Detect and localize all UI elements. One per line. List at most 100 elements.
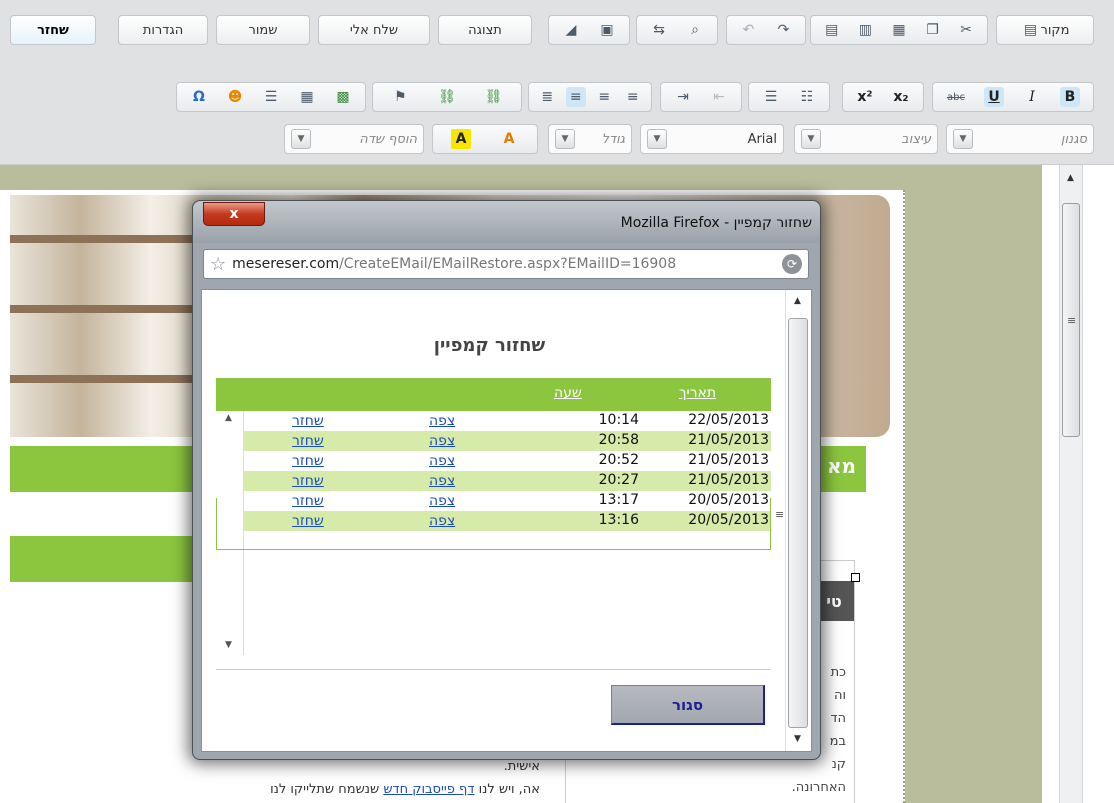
numbered-list-icon[interactable]: ☷: [797, 87, 817, 107]
align-left-icon[interactable]: ≡: [623, 87, 643, 107]
view-link[interactable]: צפה: [429, 473, 455, 489]
align-right-icon[interactable]: ≡: [565, 87, 586, 107]
restore-link[interactable]: שחזר: [292, 433, 324, 449]
grip-icon: ≡: [775, 508, 785, 521]
view-link[interactable]: צפה: [429, 493, 455, 509]
image-icon[interactable]: ▩: [333, 87, 353, 107]
time-column-header[interactable]: שעה: [554, 385, 582, 401]
strikethrough-icon[interactable]: abc: [946, 87, 966, 107]
section-title: מא: [826, 454, 856, 478]
redo-icon[interactable]: ↷: [774, 20, 794, 40]
restore-toolbar-button[interactable]: שחזר: [10, 15, 96, 45]
send-to-me-button[interactable]: שלח אלי: [318, 15, 430, 45]
table-row: שחזר צפה 13:16 20/05/2013: [244, 511, 771, 531]
window-close-button[interactable]: x: [203, 202, 265, 226]
address-bar[interactable]: ☆ mesereser.com/CreateEMail/EMailRestore…: [203, 249, 809, 279]
paste-word-icon[interactable]: ▤: [822, 20, 842, 40]
scroll-up-arrow-icon[interactable]: ▲: [225, 413, 232, 423]
horizontal-line-icon[interactable]: ☰: [261, 87, 281, 107]
facebook-page-link[interactable]: דף פייסבוק חדש: [383, 782, 474, 797]
view-link[interactable]: צפה: [429, 513, 455, 529]
view-link[interactable]: צפה: [429, 413, 455, 429]
scrollbar-thumb[interactable]: [788, 318, 808, 728]
restore-link[interactable]: שחזר: [292, 413, 324, 429]
view-link[interactable]: צפה: [429, 433, 455, 449]
table-row: שחזר צפה 20:27 21/05/2013: [244, 471, 771, 491]
bullet-list-icon[interactable]: ☰: [761, 87, 781, 107]
row-time: 13:17: [598, 492, 639, 508]
source-button[interactable]: מקור ▤: [996, 15, 1094, 45]
special-char-omega-icon[interactable]: Ω: [189, 87, 209, 107]
row-date: 21/05/2013: [688, 472, 769, 488]
divider: [216, 669, 771, 670]
link-group: ⚑ ⛓ ⛓: [372, 82, 522, 112]
superscript-icon[interactable]: x²: [855, 87, 875, 107]
row-time: 10:14: [598, 412, 639, 428]
scroll-up-arrow-icon[interactable]: ▲: [794, 296, 801, 306]
add-field-select[interactable]: הוסף שדה ▼: [284, 124, 424, 154]
styles-select[interactable]: סגנון ▼: [946, 124, 1094, 154]
settings-button[interactable]: הגדרות: [118, 15, 208, 45]
view-link[interactable]: צפה: [429, 453, 455, 469]
scroll-down-arrow-icon[interactable]: ▼: [225, 640, 232, 650]
bold-icon[interactable]: B: [1060, 87, 1080, 107]
text-color-icon[interactable]: A: [499, 129, 519, 149]
styles-placeholder: סגנון: [1060, 131, 1087, 147]
text-style-group: abc U I B: [932, 82, 1094, 112]
restore-link[interactable]: שחזר: [292, 493, 324, 509]
cut-scissors-icon[interactable]: ✂: [956, 20, 976, 40]
restore-link[interactable]: שחזר: [292, 513, 324, 529]
restore-link[interactable]: שחזר: [292, 453, 324, 469]
undo-icon[interactable]: ↶: [739, 20, 759, 40]
smiley-icon[interactable]: ☻: [225, 87, 245, 107]
unlink-icon[interactable]: ⛓: [484, 87, 504, 107]
preview-button[interactable]: תצוגה: [438, 15, 532, 45]
select-all-icon[interactable]: ▣: [597, 20, 617, 40]
subscript-icon[interactable]: x₂: [891, 87, 911, 107]
chevron-down-icon: ▼: [291, 129, 311, 149]
copy-icon[interactable]: ❐: [923, 20, 943, 40]
table-row: שחזר צפה 20:52 21/05/2013: [244, 451, 771, 471]
restore-campaign-window: x שחזור קמפיין - Mozilla Firefox ☆ meser…: [192, 200, 821, 760]
restore-link[interactable]: שחזר: [292, 473, 324, 489]
window-titlebar[interactable]: x שחזור קמפיין - Mozilla Firefox: [193, 201, 820, 243]
dialog-title: שחזור קמפיין: [433, 335, 546, 356]
outdent-icon[interactable]: ⇤: [709, 87, 729, 107]
font-family-select[interactable]: Arial ▼: [640, 124, 784, 154]
url-path: /CreateEMail/EMailRestore.aspx?EMailID=1…: [339, 256, 677, 272]
scrollbar-thumb[interactable]: ≡: [1062, 203, 1080, 437]
indent-icon[interactable]: ⇥: [673, 87, 693, 107]
date-column-header[interactable]: תאריך: [679, 385, 716, 401]
table-row: שחזר צפה 13:17 20/05/2013: [244, 491, 771, 511]
link-icon[interactable]: ⛓: [437, 87, 457, 107]
popup-scrollbar[interactable]: ▲ ▼: [785, 290, 811, 751]
italic-icon[interactable]: I: [1022, 87, 1042, 107]
site-identity-icon[interactable]: ⟳: [782, 254, 802, 274]
paste-text-icon[interactable]: ▥: [855, 20, 875, 40]
clipboard-group: ▤ ▥ ▦ ❐ ✂: [810, 15, 988, 45]
font-size-select[interactable]: גודל ▼: [548, 124, 632, 154]
restore-points-table: תאריך שעה ▲ ▼ שחזר צפה 10:14 22/05/2013 …: [216, 378, 771, 655]
background-color-icon[interactable]: A: [451, 129, 471, 149]
close-button[interactable]: סגור: [611, 685, 765, 725]
save-button[interactable]: שמור: [216, 15, 310, 45]
paste-icon[interactable]: ▦: [889, 20, 909, 40]
underline-icon[interactable]: U: [984, 87, 1004, 107]
scroll-down-arrow-icon[interactable]: ▼: [794, 734, 801, 744]
resize-handle[interactable]: [851, 573, 860, 582]
format-select[interactable]: עיצוב ▼: [794, 124, 938, 154]
anchor-flag-icon[interactable]: ⚑: [390, 87, 410, 107]
align-center-icon[interactable]: ≡: [594, 87, 614, 107]
table-scrollbar[interactable]: ▲ ▼: [216, 411, 244, 655]
find-binoculars-icon[interactable]: ⌕: [685, 20, 705, 40]
editor-toolbar: שחזר הגדרות שמור שלח אלי תצוגה ◢ ▣ ⇆ ⌕ ↶…: [0, 0, 1114, 165]
eraser-icon[interactable]: ◢: [561, 20, 581, 40]
table-icon[interactable]: ▦: [297, 87, 317, 107]
bookmark-star-icon[interactable]: ☆: [210, 254, 226, 275]
script-group: x² x₂: [842, 82, 924, 112]
row-date: 20/05/2013: [688, 492, 769, 508]
align-justify-icon[interactable]: ≣: [537, 87, 557, 107]
main-scrollbar[interactable]: ▲ ≡: [1042, 165, 1098, 803]
scroll-up-arrow-icon[interactable]: ▲: [1067, 173, 1074, 183]
replace-icon[interactable]: ⇆: [649, 20, 669, 40]
